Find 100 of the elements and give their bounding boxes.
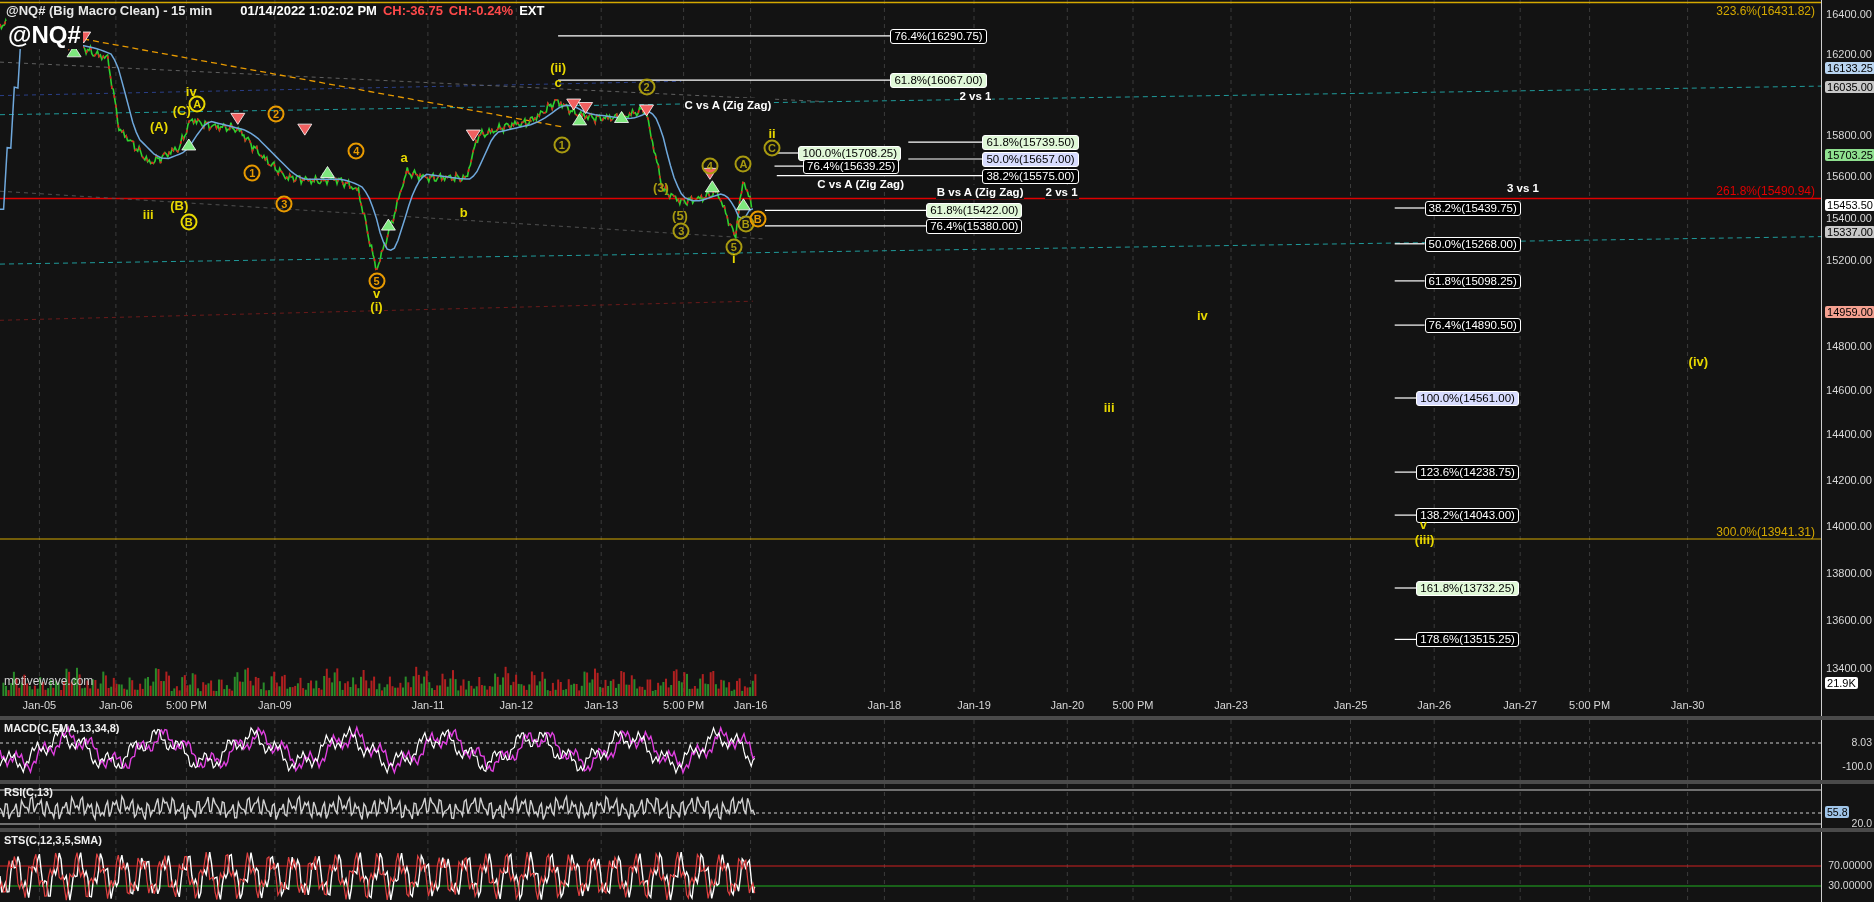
wave-label: a [400, 150, 408, 165]
level-line-label: 300.0%(13941.31) [1716, 524, 1816, 539]
time-axis-label: 5:00 PM [1112, 699, 1154, 711]
pattern-annotation: C vs A (Zig Zag) [683, 98, 773, 113]
wave-label: ii [768, 126, 776, 141]
fib-level-label: 178.6%(13515.25) [1416, 632, 1519, 648]
wave-label: B [737, 215, 755, 232]
indicator-axis-value: 30.00000 [1828, 879, 1872, 891]
wave-label: (C) [172, 104, 191, 119]
price-tick-label: 13800.00 [1826, 567, 1872, 579]
price-marker: 16035.00 [1825, 81, 1874, 93]
wave-label: 2 [267, 105, 285, 122]
wave-label: (B) [170, 198, 189, 213]
price-tick-label: 13600.00 [1826, 614, 1872, 626]
fib-level-label: 161.8%(13732.25) [1416, 581, 1519, 596]
wave-label: (5) [672, 209, 688, 224]
wave-label: 2 [638, 78, 656, 96]
wave-label: iv [1196, 308, 1208, 323]
time-axis-label: Jan-20 [1050, 699, 1085, 711]
fib-level-label: 38.2%(15575.00) [982, 168, 1079, 184]
wave-label: 4 [347, 142, 365, 160]
price-tick-label: 15400.00 [1826, 212, 1872, 224]
price-tick-label: 14000.00 [1826, 520, 1872, 532]
wave-label: v [372, 287, 381, 301]
time-axis-label: 5:00 PM [663, 699, 705, 711]
level-line-label: 261.8%(15490.94) [1716, 184, 1816, 199]
time-axis-label: Jan-06 [99, 699, 133, 711]
time-axis-label: Jan-09 [258, 699, 292, 711]
time-axis-label: Jan-16 [733, 699, 768, 711]
wave-label: 3 [275, 195, 293, 213]
time-axis-label: Jan-13 [584, 699, 618, 711]
fib-level-label: 50.0%(15268.00) [1424, 236, 1521, 252]
pattern-annotation: 2 vs 1 [1044, 184, 1079, 199]
price-tick-label: 15200.00 [1826, 254, 1872, 266]
wave-label: C [763, 139, 781, 157]
time-axis-label: 5:00 PM [1569, 699, 1611, 711]
time-axis-label: Jan-18 [867, 699, 902, 711]
fib-level-label: 76.4%(15380.00) [926, 218, 1023, 234]
wave-label: A [734, 155, 752, 173]
wave-label: c [554, 75, 562, 90]
price-tick-label: 16200.00 [1826, 48, 1872, 60]
wave-label: B [180, 213, 198, 231]
fib-level-label: 76.4%(14890.50) [1424, 318, 1521, 334]
time-axis-label: Jan-19 [957, 699, 991, 711]
time-axis-label: Jan-26 [1417, 699, 1451, 711]
symbol-label: @NQ# [6, 21, 83, 49]
price-marker: 15703.25 [1825, 149, 1874, 161]
wave-label: iii [1103, 400, 1115, 415]
time-axis-label: Jan-27 [1503, 699, 1537, 711]
wave-label: 1 [553, 136, 571, 154]
price-tick-label: 15800.00 [1826, 129, 1872, 141]
price-marker: 21.9K [1825, 677, 1858, 689]
wave-label: (i) [370, 300, 383, 315]
time-axis-label: Jan-30 [1670, 699, 1705, 711]
pattern-annotation: B vs A (Zig Zag) [935, 185, 1025, 200]
time-axis-label: Jan-11 [411, 699, 445, 711]
price-marker: 15453.50 [1825, 199, 1874, 211]
fib-level-label: 61.8%(16067.00) [890, 73, 987, 89]
price-tick-label: 16400.00 [1826, 8, 1872, 20]
chart-title: @NQ# (Big Macro Clean) - 15 min [6, 3, 213, 18]
price-change: CH:-36.75 [382, 3, 443, 18]
price-marker: 16133.25 [1825, 62, 1874, 74]
indicator-value-marker: 55.8 [1825, 806, 1850, 818]
price-tick-label: 14800.00 [1826, 340, 1872, 352]
time-axis-label: Jan-05 [22, 699, 57, 711]
fib-level-label: 76.4%(15639.25) [803, 159, 900, 175]
timestamp: 01/14/2022 1:02:02 PM [240, 3, 377, 18]
wave-label: B [749, 210, 767, 228]
wave-label: (iv) [1688, 355, 1709, 370]
fib-level-label: 61.8%(15422.00) [926, 203, 1023, 219]
session-label: EXT [519, 3, 545, 18]
wave-label: 5 [725, 238, 743, 256]
price-marker: 14959.00 [1825, 306, 1874, 318]
wave-label: b [459, 205, 468, 220]
wave-label: iii [142, 208, 154, 223]
wave-label: 1 [243, 164, 261, 182]
wave-label: 5 [368, 272, 385, 290]
pattern-annotation: 2 vs 1 [958, 88, 993, 103]
indicator-title: MACD(C,EMA,13,34,8) [4, 722, 120, 734]
fib-level-label: 61.8%(15098.25) [1424, 273, 1521, 289]
indicator-title: STS(C,12,3,5,SMA) [4, 834, 102, 846]
time-axis-label: Jan-23 [1214, 699, 1248, 711]
percent-change: CH:-0.24% [448, 3, 514, 18]
fib-level-label: 61.8%(15739.50) [982, 135, 1079, 151]
wave-label: (ii) [550, 61, 567, 76]
fib-level-label: 50.0%(15657.00) [982, 152, 1079, 167]
time-axis-label: Jan-25 [1333, 699, 1368, 711]
wave-label: 3 [672, 222, 690, 240]
fib-level-label: 38.2%(15439.75) [1424, 201, 1521, 216]
price-tick-label: 13400.00 [1826, 662, 1872, 674]
indicator-title: RSI(C,13) [4, 786, 53, 798]
indicator-axis-value: 70.00000 [1828, 859, 1872, 871]
wave-label: (A) [150, 119, 168, 134]
indicator-axis-value: 8.03 [1851, 736, 1872, 748]
time-axis-label: 5:00 PM [165, 699, 207, 711]
time-axis-label: Jan-12 [499, 699, 534, 711]
wave-label: (iii) [1414, 533, 1435, 548]
price-tick-label: 14400.00 [1826, 428, 1872, 440]
fib-level-label: 123.6%(14238.75) [1416, 465, 1519, 481]
indicator-axis-value: 20.0 [1851, 817, 1872, 829]
